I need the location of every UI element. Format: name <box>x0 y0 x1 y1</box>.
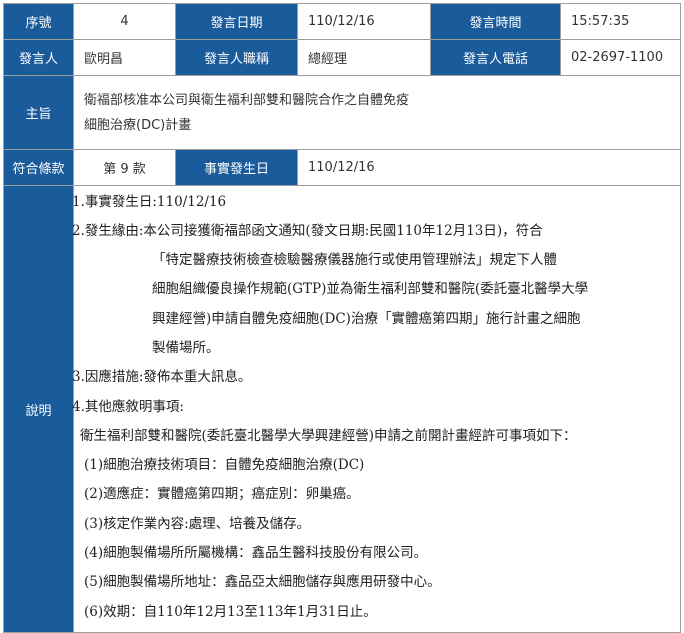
description-line: 1.事實發生日:110/12/16 <box>72 193 227 210</box>
description-line: (1)細胞治療技術項目：自體免疫細胞治療(DC) <box>84 457 365 474</box>
clause-value: 第 9 款 <box>73 149 176 186</box>
row-sequence-date-time: 序號 4 發言日期 110/12/16 發言時間 15:57:35 <box>3 3 681 40</box>
description-line: (5)細胞製備場所地址：鑫品亞太細胞儲存與應用研發中心。 <box>84 574 441 591</box>
announce-time-label: 發言時間 <box>430 3 561 40</box>
speaker-title-label: 發言人職稱 <box>175 39 298 76</box>
sequence-label: 序號 <box>3 3 74 40</box>
description-lines: 1.事實發生日:110/12/16 2.發生緣由:本公司接獲衛福部函文通知(發文… <box>0 188 684 627</box>
fact-date-value: 110/12/16 <box>297 149 681 186</box>
speaker-value: 歐明昌 <box>73 39 176 76</box>
description-line: 「特定醫療技術檢查檢驗醫療儀器施行或使用管理辦法」規定下人體 <box>152 252 557 269</box>
clause-label: 符合條款 <box>3 149 74 186</box>
announce-time-value: 15:57:35 <box>560 3 681 40</box>
subject-line-2: 細胞治療(DC)計畫 <box>84 117 192 133</box>
description-line: (6)效期：自110年12月13至113年1月31日止。 <box>84 603 377 620</box>
speaker-phone-value: 02-2697-1100 <box>560 39 681 76</box>
fact-date-label: 事實發生日 <box>175 149 298 186</box>
description-line: 3.因應措施:發佈本重大訊息。 <box>72 369 252 386</box>
subject-label: 主旨 <box>3 75 74 150</box>
speaker-phone-label: 發言人電話 <box>430 39 561 76</box>
description-line: 2.發生緣由:本公司接獲衛福部函文通知(發文日期:民國110年12月13日)，符… <box>72 222 543 239</box>
description-line: (4)細胞製備場所所屬機構：鑫品生醫科技股份有限公司。 <box>84 545 428 562</box>
description-line: 製備場所。 <box>152 339 220 356</box>
announce-date-value: 110/12/16 <box>297 3 431 40</box>
row-subject: 主旨 衛福部核准本公司與衛生福利部雙和醫院合作之自體免疫 細胞治療(DC)計畫 <box>3 75 681 150</box>
subject-value: 衛福部核准本公司與衛生福利部雙和醫院合作之自體免疫 細胞治療(DC)計畫 <box>73 75 681 150</box>
announce-date-label: 發言日期 <box>175 3 298 40</box>
subject-line-1: 衛福部核准本公司與衛生福利部雙和醫院合作之自體免疫 <box>84 92 410 108</box>
description-line: 興建經營)申請自體免疫細胞(DC)治療「實體癌第四期」施行計畫之細胞 <box>152 310 581 327</box>
sequence-value: 4 <box>73 3 176 40</box>
row-speaker: 發言人 歐明昌 發言人職稱 總經理 發言人電話 02-2697-1100 <box>3 39 681 76</box>
description-line: (2)適應症：實體癌第四期；癌症別：卵巢癌。 <box>84 486 360 503</box>
speaker-title-value: 總經理 <box>297 39 431 76</box>
row-clause: 符合條款 第 9 款 事實發生日 110/12/16 <box>3 149 681 186</box>
description-line: 4.其他應敘明事項: <box>72 398 184 415</box>
speaker-label: 發言人 <box>3 39 74 76</box>
description-line: 衛生福利部雙和醫院(委託臺北醫學大學興建經營)申請之前開計畫經許可事項如下： <box>80 427 577 444</box>
description-line: (3)核定作業內容:處理、培養及儲存。 <box>84 515 311 532</box>
description-line: 細胞組織優良操作規範(GTP)並為衛生福利部雙和醫院(委託臺北醫學大學 <box>152 281 589 298</box>
